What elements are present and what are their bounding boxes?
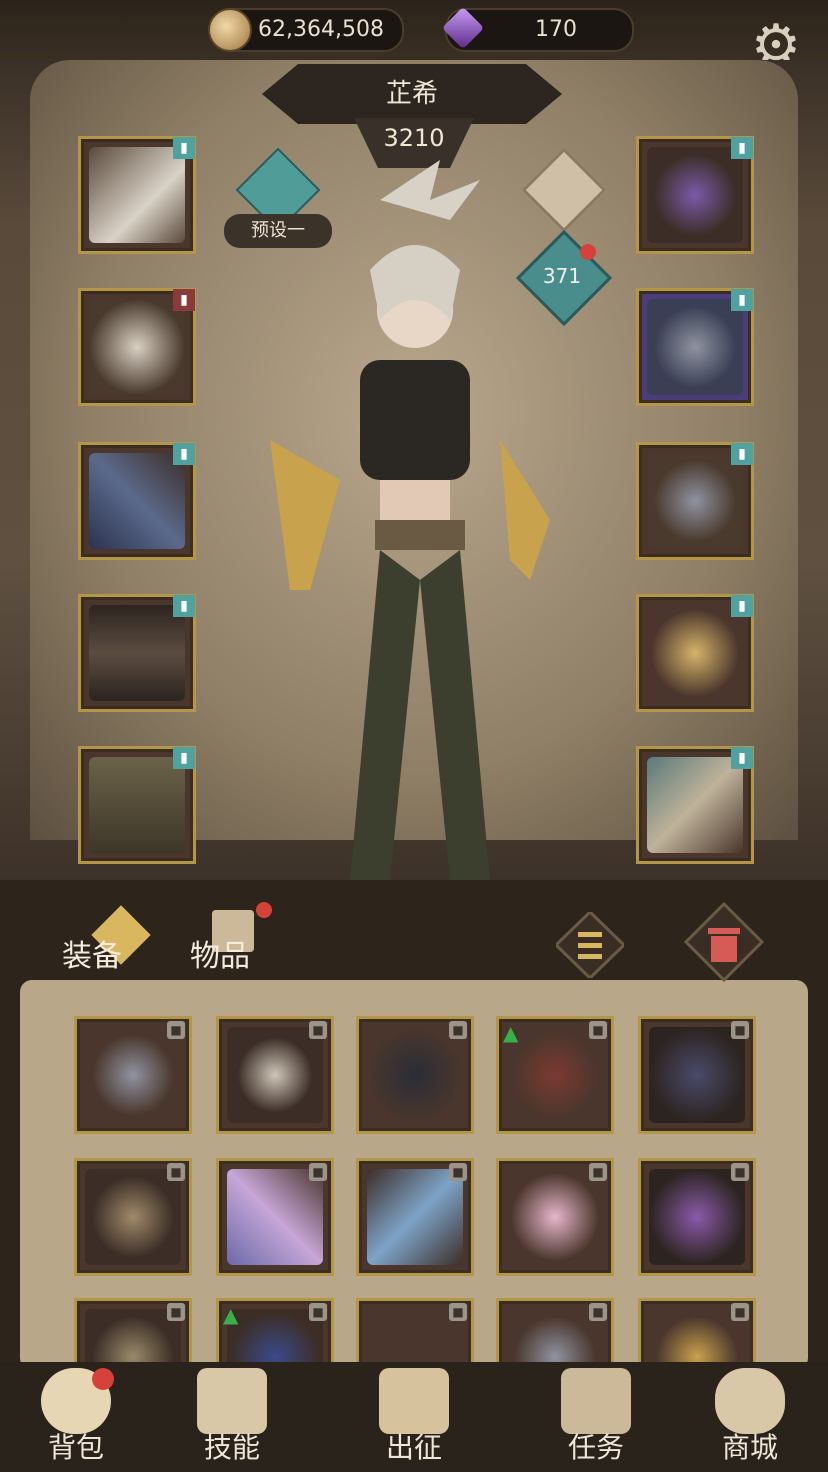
- equip-slot-necklace[interactable]: ▮: [636, 136, 754, 254]
- equip-slot-ring-2[interactable]: ▮: [636, 442, 754, 560]
- feather-boots-icon: [85, 1169, 181, 1265]
- skull-armor-icon: [89, 299, 185, 395]
- equip-slot-belt[interactable]: ▮: [78, 594, 196, 712]
- lock-icon: ■: [589, 1303, 607, 1321]
- pink-flame-icon: [507, 1169, 603, 1265]
- lock-icon: ■: [309, 1021, 327, 1039]
- arrow-quiver-icon: [647, 757, 743, 853]
- inventory-item[interactable]: ■: [356, 1158, 474, 1276]
- top-bar: [0, 0, 828, 60]
- blue-bow-icon: [367, 1169, 463, 1265]
- red-armor-icon: [507, 1027, 603, 1123]
- sort-button[interactable]: [553, 909, 627, 981]
- equip-slot-boots[interactable]: ▮: [78, 746, 196, 864]
- dark-gauntlet-icon: [649, 1027, 745, 1123]
- rarity-tag-icon: ▮: [173, 443, 195, 465]
- nav-backpack[interactable]: 背包: [6, 1368, 146, 1472]
- hero-character: [270, 160, 550, 912]
- lock-icon: ■: [167, 1163, 185, 1181]
- winged-tiara-icon: [89, 147, 185, 243]
- backpack-notification-dot: [92, 1368, 114, 1390]
- inventory-item[interactable]: ■: [638, 1158, 756, 1276]
- gold-coin-icon: [208, 8, 252, 52]
- lock-icon: ■: [167, 1303, 185, 1321]
- lock-icon: ■: [731, 1163, 749, 1181]
- lock-icon: ■: [309, 1163, 327, 1181]
- upgrade-arrow-icon: ▲: [503, 1021, 519, 1045]
- gold-counter[interactable]: 62,364,508: [208, 8, 404, 52]
- tab-equipment[interactable]: 装备: [62, 932, 122, 982]
- inventory-item[interactable]: ■: [216, 1016, 334, 1134]
- lock-icon: ■: [731, 1021, 749, 1039]
- rarity-tag-icon: ▮: [731, 137, 753, 159]
- spiked-boots-icon: [89, 757, 185, 853]
- equip-slot-armor[interactable]: ▮: [78, 288, 196, 406]
- inventory-item[interactable]: ■: [638, 1016, 756, 1134]
- lock-icon: ■: [309, 1303, 327, 1321]
- equip-slot-quiver[interactable]: ▮: [636, 746, 754, 864]
- equip-slot-gloves[interactable]: ▮: [78, 442, 196, 560]
- equip-slot-weapon[interactable]: ▮: [636, 594, 754, 712]
- lock-icon: ■: [449, 1163, 467, 1181]
- equip-slot-helmet[interactable]: ▮: [78, 136, 196, 254]
- items-notification-dot: [256, 902, 272, 918]
- lock-icon: ■: [589, 1021, 607, 1039]
- purple-bow-icon: [649, 1169, 745, 1265]
- rarity-tag-icon: ▮: [731, 443, 753, 465]
- lock-icon: ■: [731, 1303, 749, 1321]
- sort-list-icon: [553, 909, 627, 981]
- inventory-item[interactable]: ■ ▲: [496, 1016, 614, 1134]
- inventory-item[interactable]: ■: [496, 1158, 614, 1276]
- violet-bracer-icon: [227, 1169, 323, 1265]
- shop-bag-icon: [715, 1368, 785, 1434]
- nav-shop[interactable]: 商城: [680, 1368, 820, 1472]
- skill-book-icon: [197, 1368, 267, 1434]
- map-scroll-icon: [379, 1368, 449, 1434]
- gem-counter[interactable]: 170: [441, 6, 634, 52]
- amethyst-necklace-icon: [647, 147, 743, 243]
- lock-icon: ■: [589, 1163, 607, 1181]
- inventory-item[interactable]: ■: [74, 1016, 192, 1134]
- skull-amulet-icon: [227, 1027, 323, 1123]
- lock-icon: ■: [449, 1303, 467, 1321]
- nav-skills[interactable]: 技能: [162, 1368, 302, 1472]
- rarity-tag-icon: ▮: [731, 289, 753, 311]
- rarity-tag-icon: ▮: [173, 137, 195, 159]
- trash-can-icon: [683, 901, 765, 983]
- lock-icon: ■: [167, 1021, 185, 1039]
- nav-quests[interactable]: 任务: [526, 1368, 666, 1472]
- rarity-tag-icon: ▮: [731, 595, 753, 617]
- rarity-tag-icon: ▮: [173, 747, 195, 769]
- quest-scroll-icon: [561, 1368, 631, 1434]
- hero-name-banner: 芷希: [262, 64, 562, 124]
- lock-icon: ■: [449, 1021, 467, 1039]
- rarity-tag-icon: ▮: [173, 595, 195, 617]
- rarity-tag-icon: ▮: [173, 289, 195, 311]
- nav-expedition[interactable]: 出征: [344, 1368, 484, 1472]
- equip-slot-ring-1[interactable]: ▮: [636, 288, 754, 406]
- inventory-item[interactable]: ■: [74, 1158, 192, 1276]
- golden-bow-icon: [647, 605, 743, 701]
- chain-ring-icon: [647, 453, 743, 549]
- chain-ring-icon: [647, 299, 743, 395]
- dark-glove-icon: [89, 453, 185, 549]
- upgrade-arrow-icon: ▲: [223, 1303, 239, 1327]
- dark-armor-icon: [367, 1027, 463, 1123]
- delete-button[interactable]: [683, 901, 765, 983]
- inventory-item[interactable]: ■: [216, 1158, 334, 1276]
- tab-items[interactable]: 物品: [190, 932, 250, 982]
- rarity-tag-icon: ▮: [731, 747, 753, 769]
- belt-icon: [89, 605, 185, 701]
- inventory-item[interactable]: ■: [356, 1016, 474, 1134]
- steel-ring-icon: [85, 1027, 181, 1123]
